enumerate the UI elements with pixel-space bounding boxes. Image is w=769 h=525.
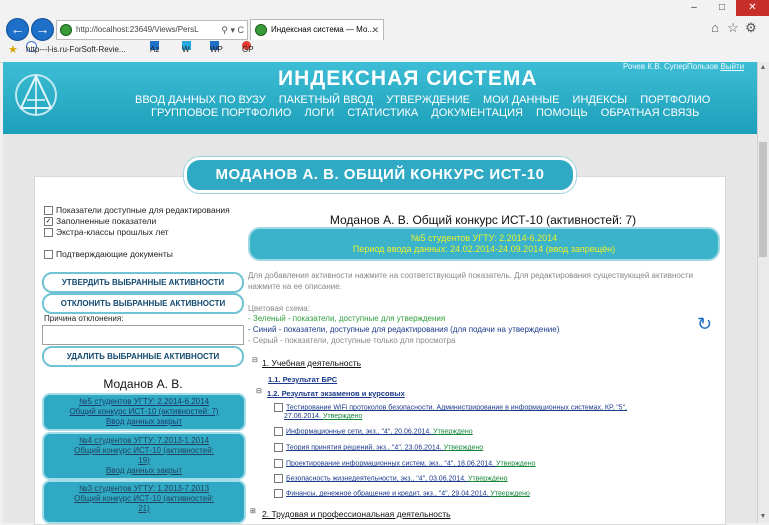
menu-item-docs[interactable]: ДОКУМЕНТАЦИЯ xyxy=(431,107,523,119)
item-checkbox[interactable] xyxy=(274,474,283,483)
menu-item-indexes[interactable]: ИНДЕКСЫ xyxy=(573,94,628,106)
person-name: Моданов А. В. xyxy=(103,377,183,391)
scroll-thumb[interactable] xyxy=(759,142,767,257)
page-scrollbar[interactable] xyxy=(757,62,769,523)
period-card-3[interactable]: №3 студентов УГТУ: 1.2013-7.2013 Общий к… xyxy=(42,480,246,524)
approve-selected-button[interactable]: УТВЕРДИТЬ ВЫБРАННЫЕ АКТИВНОСТИ xyxy=(42,272,244,293)
legend-green: - Зеленый - показатели, доступные для ут… xyxy=(248,314,446,323)
tab-title: Индексная система — Мо... xyxy=(271,25,375,34)
tree-section-1[interactable]: ⊟ xyxy=(252,355,261,364)
item-checkbox[interactable] xyxy=(274,403,283,412)
maximize-button[interactable]: □ xyxy=(708,0,736,16)
tab-close-icon[interactable]: ✕ xyxy=(371,20,379,40)
home-icon[interactable]: ⌂ xyxy=(708,21,722,35)
period-info-line2: Период ввода данных: 24.02.2014-24.09.20… xyxy=(352,244,616,254)
delete-selected-button[interactable]: УДАЛИТЬ ВЫБРАННЫЕ АКТИВНОСТИ xyxy=(42,346,244,367)
legend-title: Цветовая схема: xyxy=(248,304,310,313)
address-controls[interactable]: ⚲ ▾ C xyxy=(221,21,244,39)
menu-item-my-data[interactable]: МОИ ДАННЫЕ xyxy=(483,94,559,106)
menu-item-univ-data[interactable]: ВВОД ДАННЫХ ПО ВУЗУ xyxy=(135,94,266,106)
list-item[interactable]: Проектирование информационных систем, эк… xyxy=(274,459,536,468)
tree-section-1-1[interactable]: 1.1. Результат БРС xyxy=(268,375,337,384)
tree-section-2[interactable]: 2. Трудовая и профессиональная деятельно… xyxy=(262,509,451,519)
tree-section-2-toggle[interactable]: ⊞ xyxy=(250,506,259,515)
collapse-icon[interactable]: ⊟ xyxy=(256,388,262,395)
scroll-up-icon[interactable]: ▲ xyxy=(757,62,769,73)
item-checkbox[interactable] xyxy=(274,489,283,498)
site-header: ИНДЕКСНАЯ СИСТЕМА Рочев К.В. СуперПользо… xyxy=(3,62,757,134)
menu-item-logs[interactable]: ЛОГИ xyxy=(305,107,335,119)
period-info-line1: №5 студентов УГТУ: 2.2014-6.2014 xyxy=(410,233,558,243)
activities-title: Моданов А. В. Общий конкурс ИСТ-10 (акти… xyxy=(329,213,637,227)
collapse-icon[interactable]: ⊟ xyxy=(252,357,258,364)
reject-reason-label: Причина отклонения: xyxy=(44,314,124,323)
favorites-bar: ★ http---l-is.ru-ForSoft-Revie... Az W W… xyxy=(0,41,769,59)
expand-icon[interactable]: ⊞ xyxy=(250,508,256,515)
user-name: Рочев К.В. СуперПользов xyxy=(623,62,719,71)
logout-link[interactable]: Выйти xyxy=(720,62,744,71)
reject-reason-input[interactable] xyxy=(42,325,244,345)
menu-item-batch[interactable]: ПАКЕТНЫЙ ВВОД xyxy=(279,94,373,106)
list-item[interactable]: Финансы, денежное обращение и кредит, эк… xyxy=(274,489,530,498)
item-checkbox[interactable] xyxy=(274,459,283,468)
period-card-4[interactable]: №4 студентов УГТУ: 7.2013-1.2014 Общий к… xyxy=(42,432,246,480)
legend-blue: - Синий - показатели, доступные для реда… xyxy=(248,325,560,334)
menu-item-help[interactable]: ПОМОЩЬ xyxy=(536,107,588,119)
menu-item-approval[interactable]: УТВЕРЖДЕНИЕ xyxy=(386,94,470,106)
filter-extra[interactable]: Экстра-классы прошлых лет xyxy=(44,227,169,238)
period-info-banner: №5 студентов УГТУ: 2.2014-6.2014 Период … xyxy=(248,227,720,261)
favorites-star-icon[interactable]: ★ xyxy=(8,41,18,59)
help-hint: Для добавления активности нажмите на соо… xyxy=(248,271,693,291)
menu-item-portfolio[interactable]: ПОРТФОЛИО xyxy=(640,94,710,106)
browser-chrome: ← → http://localhost:23649/Views/PersL ⚲… xyxy=(0,0,769,63)
reject-selected-button[interactable]: ОТКЛОНИТЬ ВЫБРАННЫЕ АКТИВНОСТИ xyxy=(42,293,244,314)
checkbox-editable[interactable] xyxy=(44,206,53,216)
address-bar[interactable]: http://localhost:23649/Views/PersL ⚲ ▾ C xyxy=(56,20,248,40)
site-favicon xyxy=(60,23,72,36)
list-item[interactable]: Теория принятия решений, экз., "4", 23.0… xyxy=(274,443,483,452)
browser-tab[interactable]: Индексная система — Мо... ✕ xyxy=(250,19,384,40)
forward-button[interactable]: → xyxy=(31,18,54,41)
minimize-button[interactable]: – xyxy=(680,0,708,16)
list-item[interactable]: Безопасность жизнедеятельности, экз., "4… xyxy=(274,474,508,483)
back-button[interactable]: ← xyxy=(6,18,29,41)
tree-section-1-2[interactable]: 1.2. Результат экзаменов и курсовых xyxy=(267,389,405,398)
filter-filled[interactable]: ✓ Заполненные показатели xyxy=(44,216,156,227)
menu-item-feedback[interactable]: ОБРАТНАЯ СВЯЗЬ xyxy=(601,107,700,119)
refresh-icon[interactable]: ↻ xyxy=(697,314,712,335)
item-checkbox[interactable] xyxy=(274,443,283,452)
period-card-5[interactable]: №5 студентов УГТУ: 2.2014-6.2014 Общий к… xyxy=(42,393,246,431)
window-close-button[interactable]: ✕ xyxy=(736,0,769,16)
item-checkbox[interactable] xyxy=(274,427,283,436)
filter-editable[interactable]: Показатели доступные для редактирования xyxy=(44,205,230,216)
list-item-cont[interactable]: 27.06.2014. Утверждено xyxy=(284,413,362,420)
tab-favicon xyxy=(255,23,267,36)
page-banner: МОДАНОВ А. В. ОБЩИЙ КОНКУРС ИСТ-10 xyxy=(184,157,576,193)
user-line: Рочев К.В. СуперПользов Выйти xyxy=(623,62,744,71)
star-icon[interactable]: ☆ xyxy=(726,21,740,35)
gear-icon[interactable]: ⚙ xyxy=(744,21,758,35)
menu-item-group-portfolio[interactable]: ГРУППОВОЕ ПОРТФОЛИО xyxy=(151,107,291,119)
menu-item-stats[interactable]: СТАТИСТИКА xyxy=(347,107,418,119)
scroll-down-icon[interactable]: ▼ xyxy=(757,511,769,522)
site-title: ИНДЕКСНАЯ СИСТЕМА xyxy=(278,67,538,90)
legend-gray: - Серый - показатели, доступные только д… xyxy=(248,336,456,345)
checkbox-extra[interactable] xyxy=(44,228,53,238)
main-menu-row2: ГРУППОВОЕ ПОРТФОЛИО ЛОГИ СТАТИСТИКА ДОКУ… xyxy=(151,107,709,119)
checkbox-filled[interactable]: ✓ xyxy=(44,217,53,227)
filter-docs[interactable]: Подтверждающие документы xyxy=(44,249,173,260)
tree-section-1-2-toggle[interactable]: ⊟ xyxy=(256,386,265,395)
list-item[interactable]: Информационные сети, экз., "4", 20.06.20… xyxy=(274,427,473,436)
logo-icon xyxy=(15,73,57,116)
tree-section-1-label[interactable]: 1. Учебная деятельность xyxy=(262,358,361,368)
address-text: http://localhost:23649/Views/PersL xyxy=(76,25,199,34)
checkbox-docs[interactable] xyxy=(44,250,53,260)
list-item[interactable]: Тестирование WiFi протоколов безопасност… xyxy=(274,403,627,412)
main-menu-row1: ВВОД ДАННЫХ ПО ВУЗУ ПАКЕТНЫЙ ВВОД УТВЕРЖ… xyxy=(135,94,720,106)
